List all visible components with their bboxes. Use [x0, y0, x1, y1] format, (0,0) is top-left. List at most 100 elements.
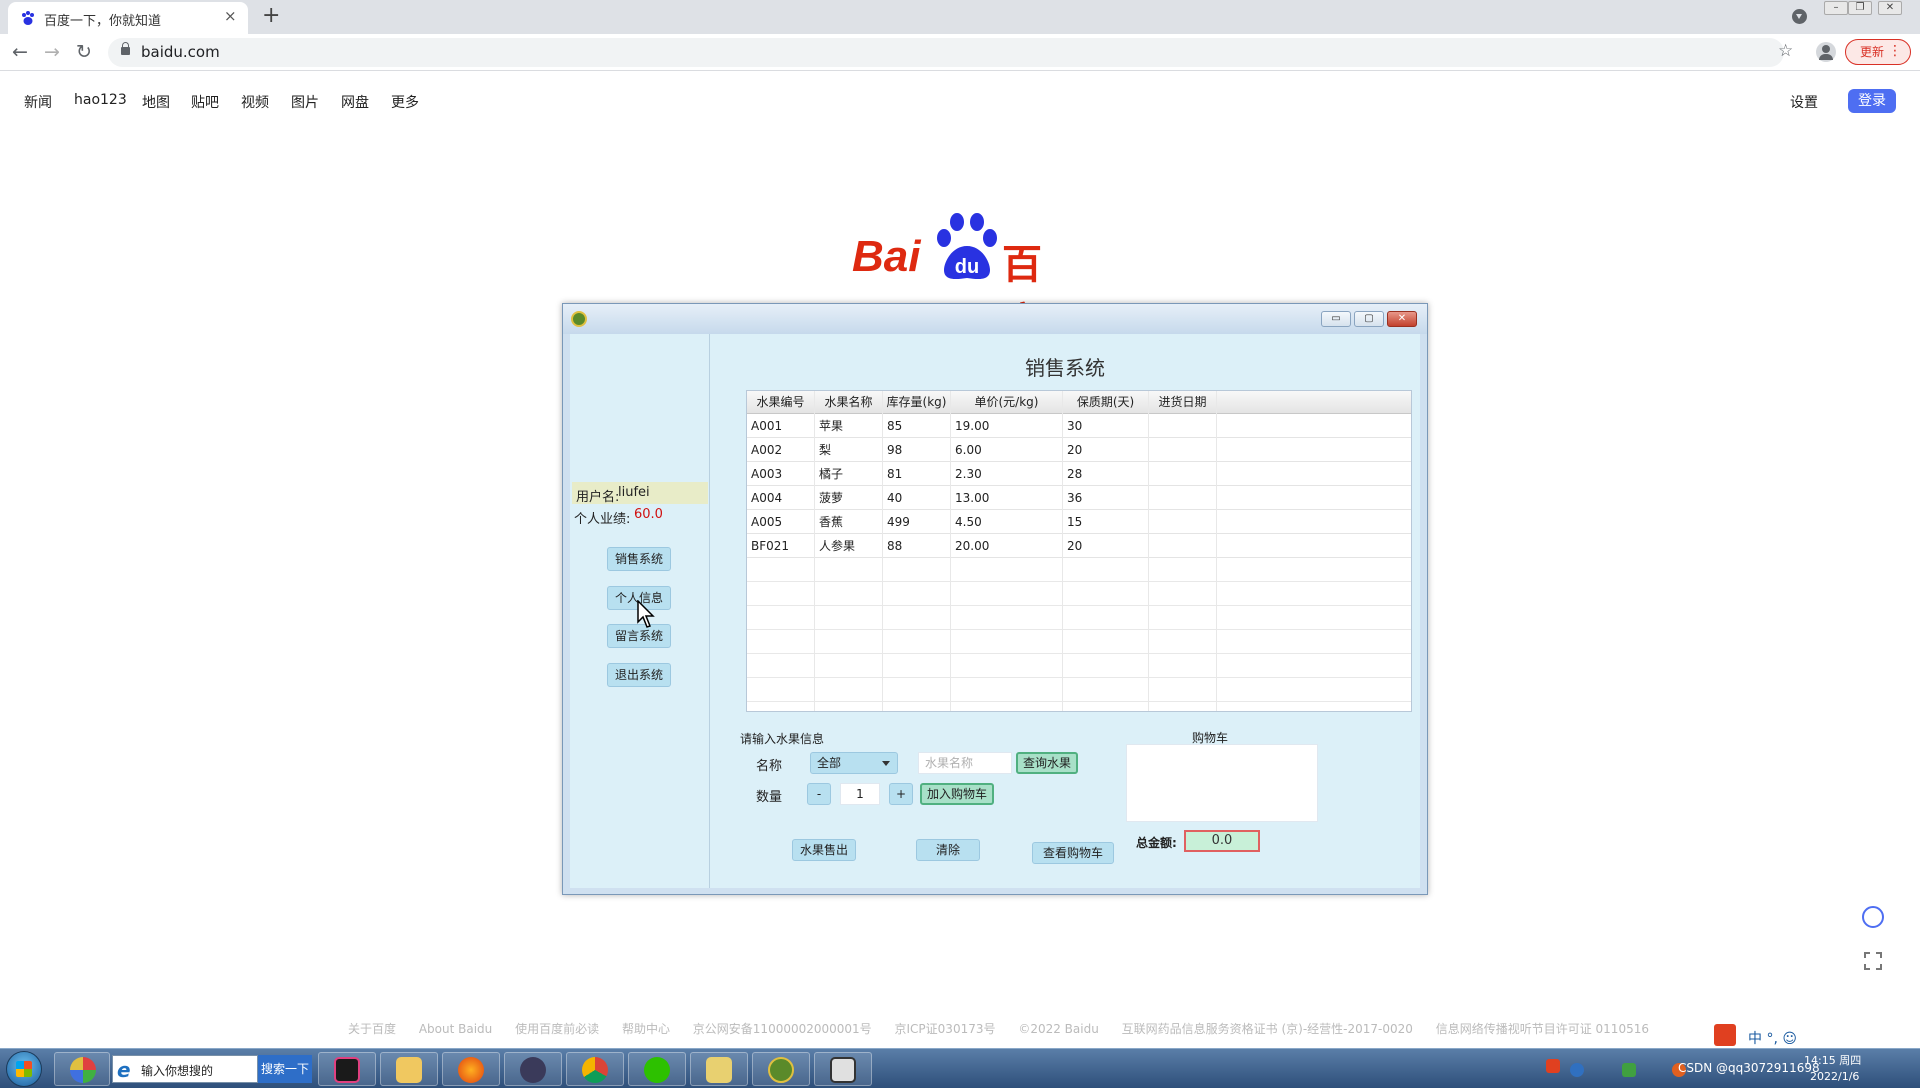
fruit-table[interactable]: 水果编号 水果名称 库存量(kg) 单价(元/kg) 保质期(天) 进货日期 A… — [746, 390, 1412, 712]
taskbar-chrome[interactable] — [566, 1052, 624, 1086]
table-cell[interactable]: A001 — [747, 414, 815, 438]
app-close-button[interactable]: ✕ — [1387, 311, 1417, 327]
qr-code-icon[interactable] — [1864, 952, 1882, 970]
settings-link[interactable]: 设置 — [1790, 92, 1818, 112]
reload-icon[interactable]: ↻ — [76, 41, 92, 63]
cart-list[interactable] — [1126, 744, 1318, 822]
nav-link-netdisk[interactable]: 网盘 — [341, 92, 369, 112]
table-cell[interactable] — [1149, 486, 1217, 510]
battery-tray-icon[interactable] — [1622, 1063, 1636, 1077]
exit-system-button[interactable]: 退出系统 — [607, 663, 671, 687]
forward-icon[interactable]: → — [44, 41, 60, 63]
col-header-stock[interactable]: 库存量(kg) — [883, 391, 951, 413]
table-cell[interactable]: 20 — [1063, 438, 1149, 462]
help-tray-icon[interactable] — [1570, 1063, 1584, 1077]
taskbar-folder-2[interactable] — [690, 1052, 748, 1086]
window-restore-button[interactable]: ❐ — [1848, 1, 1872, 15]
update-button[interactable]: 更新 ⋮ — [1845, 39, 1911, 65]
taskbar-wechat[interactable] — [628, 1052, 686, 1086]
footer-link-about-en[interactable]: About Baidu — [419, 1022, 492, 1036]
clock-date[interactable]: 2022/1/6 — [1810, 1070, 1859, 1083]
footer-link-icp[interactable]: 京ICP证030173号 — [895, 1022, 996, 1036]
table-cell[interactable]: 15 — [1063, 510, 1149, 534]
sell-fruit-button[interactable]: 水果售出 — [792, 839, 856, 861]
fruit-name-select[interactable]: 全部 — [810, 752, 898, 774]
footer-link-drug-license[interactable]: 互联网药品信息服务资格证书 (京)-经营性-2017-0020 — [1122, 1022, 1413, 1036]
table-cell[interactable]: BF021 — [747, 534, 815, 558]
nav-link-tieba[interactable]: 贴吧 — [191, 92, 219, 112]
view-cart-button[interactable]: 查看购物车 — [1032, 842, 1114, 864]
nav-link-images[interactable]: 图片 — [291, 92, 319, 112]
taskbar-search-button[interactable]: 搜索一下 — [258, 1055, 312, 1083]
taskbar-java-app[interactable] — [752, 1052, 810, 1086]
col-header-shelf-life[interactable]: 保质期(天) — [1063, 391, 1149, 413]
table-cell[interactable]: 499 — [883, 510, 951, 534]
sogou-s-icon[interactable] — [1714, 1024, 1736, 1046]
url-text[interactable]: baidu.com — [141, 43, 220, 61]
table-cell[interactable]: 85 — [883, 414, 951, 438]
table-cell[interactable] — [1149, 510, 1217, 534]
nav-link-map[interactable]: 地图 — [142, 92, 170, 112]
new-tab-button[interactable]: + — [262, 3, 280, 28]
taskbar-firefox[interactable] — [442, 1052, 500, 1086]
table-cell[interactable]: A003 — [747, 462, 815, 486]
ime-toolbar[interactable]: 中 °, ☺ — [1748, 1028, 1797, 1048]
profile-avatar-icon[interactable] — [1816, 42, 1836, 62]
quantity-plus-button[interactable]: + — [889, 783, 913, 805]
footer-link-about[interactable]: 关于百度 — [348, 1022, 396, 1036]
table-cell[interactable]: 苹果 — [815, 414, 883, 438]
taskbar-app-1[interactable] — [54, 1052, 110, 1086]
table-row[interactable]: A005 香蕉 499 4.50 15 — [747, 510, 1411, 534]
table-row[interactable]: A003 橘子 81 2.30 28 — [747, 462, 1411, 486]
add-to-cart-button[interactable]: 加入购物车 — [920, 783, 994, 805]
login-button[interactable]: 登录 — [1848, 89, 1896, 113]
nav-link-news[interactable]: 新闻 — [24, 92, 52, 112]
taskbar-window-app[interactable] — [814, 1052, 872, 1086]
start-button[interactable] — [6, 1051, 42, 1087]
table-row[interactable]: BF021 人参果 88 20.00 20 — [747, 534, 1411, 558]
app-minimize-button[interactable]: ▭ — [1321, 311, 1351, 327]
table-cell[interactable]: 81 — [883, 462, 951, 486]
table-cell[interactable]: A004 — [747, 486, 815, 510]
col-header-date[interactable]: 进货日期 — [1149, 391, 1217, 413]
browser-tab-baidu[interactable]: 百度一下，你就知道 × — [8, 2, 248, 34]
col-header-price[interactable]: 单价(元/kg) — [951, 391, 1063, 413]
app-titlebar[interactable]: ▭ ▢ ✕ — [563, 304, 1427, 334]
table-cell[interactable]: A002 — [747, 438, 815, 462]
table-cell[interactable]: 20 — [1063, 534, 1149, 558]
table-cell[interactable]: 香蕉 — [815, 510, 883, 534]
table-row[interactable]: A002 梨 98 6.00 20 — [747, 438, 1411, 462]
table-cell[interactable]: A005 — [747, 510, 815, 534]
sogou-ime-icon[interactable] — [1546, 1059, 1560, 1073]
window-close-button[interactable]: ✕ — [1878, 1, 1902, 15]
col-header-name[interactable]: 水果名称 — [815, 391, 883, 413]
table-cell[interactable]: 36 — [1063, 486, 1149, 510]
table-cell[interactable]: 2.30 — [951, 462, 1063, 486]
table-cell[interactable]: 菠萝 — [815, 486, 883, 510]
tab-search-icon[interactable] — [1792, 9, 1807, 24]
table-row[interactable]: A004 菠萝 40 13.00 36 — [747, 486, 1411, 510]
table-cell[interactable] — [1149, 414, 1217, 438]
bookmark-star-icon[interactable]: ☆ — [1778, 41, 1793, 61]
table-row[interactable]: A001 苹果 85 19.00 30 — [747, 414, 1411, 438]
quantity-input[interactable]: 1 — [840, 783, 880, 805]
table-cell[interactable]: 20.00 — [951, 534, 1063, 558]
taskbar-explorer[interactable] — [380, 1052, 438, 1086]
taskbar-search-box[interactable]: e 输入你想搜的 — [112, 1055, 258, 1083]
footer-link-terms[interactable]: 使用百度前必读 — [515, 1022, 599, 1036]
footer-link-av-license[interactable]: 信息网络传播视听节目许可证 0110516 — [1436, 1022, 1649, 1036]
footer-link-help[interactable]: 帮助中心 — [622, 1022, 670, 1036]
table-cell[interactable]: 28 — [1063, 462, 1149, 486]
query-fruit-button[interactable]: 查询水果 — [1016, 752, 1078, 774]
table-cell[interactable]: 6.00 — [951, 438, 1063, 462]
back-icon[interactable]: ← — [12, 41, 28, 63]
table-cell[interactable] — [1149, 534, 1217, 558]
table-cell[interactable]: 30 — [1063, 414, 1149, 438]
fruit-name-input[interactable]: 水果名称 — [918, 752, 1012, 774]
clear-button[interactable]: 清除 — [916, 839, 980, 861]
quantity-minus-button[interactable]: - — [807, 783, 831, 805]
nav-link-hao123[interactable]: hao123 — [74, 92, 127, 108]
nav-link-video[interactable]: 视频 — [241, 92, 269, 112]
table-cell[interactable]: 13.00 — [951, 486, 1063, 510]
address-bar[interactable]: baidu.com — [108, 38, 1784, 67]
